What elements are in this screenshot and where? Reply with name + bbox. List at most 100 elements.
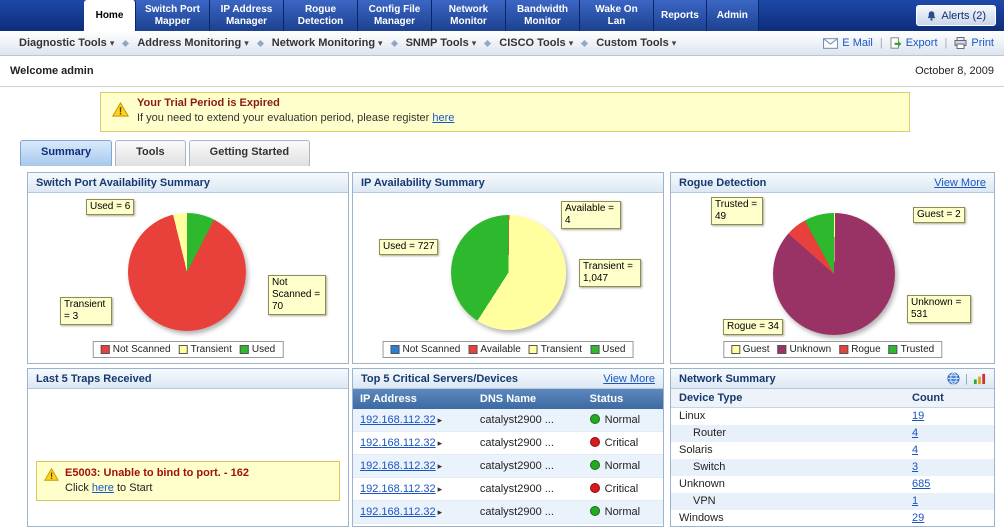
chevron-down-icon	[107, 37, 115, 49]
ip-availability-pie-chart	[451, 215, 566, 330]
export-action[interactable]: Export	[890, 37, 938, 49]
table-header-row: Device Type Count	[671, 389, 994, 408]
export-icon	[890, 37, 902, 49]
legend-label: Not Scanned	[402, 344, 461, 355]
expand-arrow-icon[interactable]	[436, 483, 443, 495]
legend-swatch	[390, 345, 400, 354]
menu-label: CISCO Tools	[499, 37, 566, 49]
table-row: 192.168.112.32 catalyst2900 ... Normal	[353, 454, 663, 478]
table-row: Windows 29	[671, 510, 994, 527]
nav-tab-home[interactable]: Home	[84, 0, 136, 31]
chart-legend: Not Scanned Available Transient Used	[382, 341, 634, 358]
tab-getting-started[interactable]: Getting Started	[188, 140, 311, 166]
rogue-view-more-link[interactable]: View More	[934, 177, 986, 189]
print-action[interactable]: Print	[954, 37, 994, 49]
legend-item: Not Scanned	[390, 344, 461, 355]
menu-snmp-tools[interactable]: SNMP Tools	[397, 37, 486, 49]
status-dot	[589, 414, 600, 424]
panel-header: Rogue Detection View More	[671, 173, 994, 193]
bell-icon	[928, 10, 936, 21]
network-summary-table: Device Type Count Linux 19 Router 4 Sola…	[671, 389, 994, 527]
legend-label: Transient	[190, 344, 232, 355]
nav-tab-switch-port-mapper[interactable]: Switch Port Mapper	[136, 0, 210, 31]
panel-header: Top 5 Critical Servers/Devices View More	[353, 369, 663, 389]
menu-cisco-tools[interactable]: CISCO Tools	[490, 37, 582, 49]
status-dot	[589, 437, 600, 447]
nav-tab-admin[interactable]: Admin	[706, 0, 759, 31]
dns-name: catalyst2900 ...	[472, 477, 583, 501]
expand-arrow-icon[interactable]	[436, 460, 443, 472]
tools-menubar: Diagnostic Tools Address Monitoring Netw…	[0, 31, 1004, 56]
status-text: Normal	[604, 460, 641, 472]
col-device-type: Device Type	[671, 389, 904, 408]
count-link[interactable]: 3	[912, 461, 918, 473]
bar-chart-icon[interactable]	[973, 372, 986, 385]
chart-legend: Not Scanned Transient Used	[92, 341, 284, 358]
top-navigation: Home Switch Port Mapper IP Address Manag…	[0, 0, 1004, 31]
table-row: Switch 3	[671, 458, 994, 476]
tab-summary[interactable]: Summary	[20, 140, 113, 166]
table-row: 192.168.112.32 catalyst2900 ... Normal	[353, 500, 663, 524]
expand-arrow-icon[interactable]	[436, 506, 443, 518]
chevron-down-icon	[669, 37, 677, 49]
count-link[interactable]: 1	[912, 495, 918, 507]
panel-title: Switch Port Availability Summary	[36, 176, 211, 189]
legend-item: Transient	[528, 344, 582, 355]
servers-view-more-link[interactable]: View More	[603, 373, 655, 385]
legend-label: Available	[480, 344, 521, 355]
panel-rogue-detection: Rogue Detection View More Trusted = 49 G…	[670, 172, 995, 364]
device-type: Solaris	[679, 444, 713, 456]
panel-title: Rogue Detection	[679, 176, 767, 189]
alerts-button[interactable]: Alerts (2)	[916, 5, 996, 26]
legend-swatch	[178, 345, 188, 354]
legend-item: Available	[468, 344, 521, 355]
tab-tools[interactable]: Tools	[115, 140, 186, 166]
count-link[interactable]: 4	[912, 427, 918, 439]
col-ip-address: IP Address	[353, 389, 473, 409]
separator: |	[944, 37, 948, 49]
expand-arrow-icon[interactable]	[436, 437, 443, 449]
count-link[interactable]: 685	[912, 478, 930, 490]
panel-last-traps: Last 5 Traps Received ! E5003: Unable to…	[27, 368, 349, 527]
ip-link[interactable]: 192.168.112.32	[360, 483, 436, 495]
menu-label: Diagnostic Tools	[19, 37, 107, 49]
legend-item: Used	[590, 344, 625, 355]
register-link[interactable]: here	[432, 112, 454, 124]
welcome-row: Welcome admin October 8, 2009	[0, 56, 1004, 87]
ip-link[interactable]: 192.168.112.32	[360, 414, 436, 426]
nav-tab-ip-address-manager[interactable]: IP Address Manager	[210, 0, 284, 31]
menu-label: Address Monitoring	[137, 37, 242, 49]
count-link[interactable]: 29	[912, 512, 924, 524]
nav-tab-config-file-manager[interactable]: Config File Manager	[358, 0, 432, 31]
device-type: Switch	[693, 461, 726, 473]
warning-icon: !	[44, 467, 59, 484]
status-text: Normal	[604, 506, 641, 518]
panel-switch-port-availability: Switch Port Availability Summary Used = …	[27, 172, 349, 364]
globe-icon[interactable]	[947, 372, 960, 385]
callout-used: Used = 6	[86, 199, 135, 215]
legend-swatch	[839, 345, 849, 354]
nav-tab-bandwidth-monitor[interactable]: Bandwidth Monitor	[506, 0, 580, 31]
ip-link[interactable]: 192.168.112.32	[360, 460, 436, 472]
chevron-down-icon	[566, 37, 574, 49]
ip-link[interactable]: 192.168.112.32	[360, 506, 436, 518]
legend-label: Rogue	[851, 344, 881, 355]
nav-tab-rogue-detection[interactable]: Rogue Detection	[284, 0, 358, 31]
status-text: Normal	[604, 414, 641, 426]
ip-link[interactable]: 192.168.112.32	[360, 437, 436, 449]
dns-name: catalyst2900 ...	[472, 454, 583, 478]
expand-arrow-icon[interactable]	[436, 414, 443, 426]
chevron-down-icon	[241, 37, 249, 49]
menu-network-monitoring[interactable]: Network Monitoring	[263, 37, 392, 49]
count-link[interactable]: 4	[912, 444, 918, 456]
start-link[interactable]: here	[92, 482, 114, 494]
count-link[interactable]: 19	[912, 410, 924, 422]
menu-address-monitoring[interactable]: Address Monitoring	[128, 37, 257, 49]
menu-diagnostic-tools[interactable]: Diagnostic Tools	[10, 37, 123, 49]
nav-tab-network-monitor[interactable]: Network Monitor	[432, 0, 506, 31]
menu-custom-tools[interactable]: Custom Tools	[587, 37, 685, 49]
nav-tab-wake-on-lan[interactable]: Wake On Lan	[580, 0, 654, 31]
table-row: 192.168.112.32 catalyst2900 ... Normal	[353, 409, 663, 432]
email-action[interactable]: E Mail	[823, 37, 873, 49]
nav-tab-reports[interactable]: Reports	[654, 0, 707, 31]
